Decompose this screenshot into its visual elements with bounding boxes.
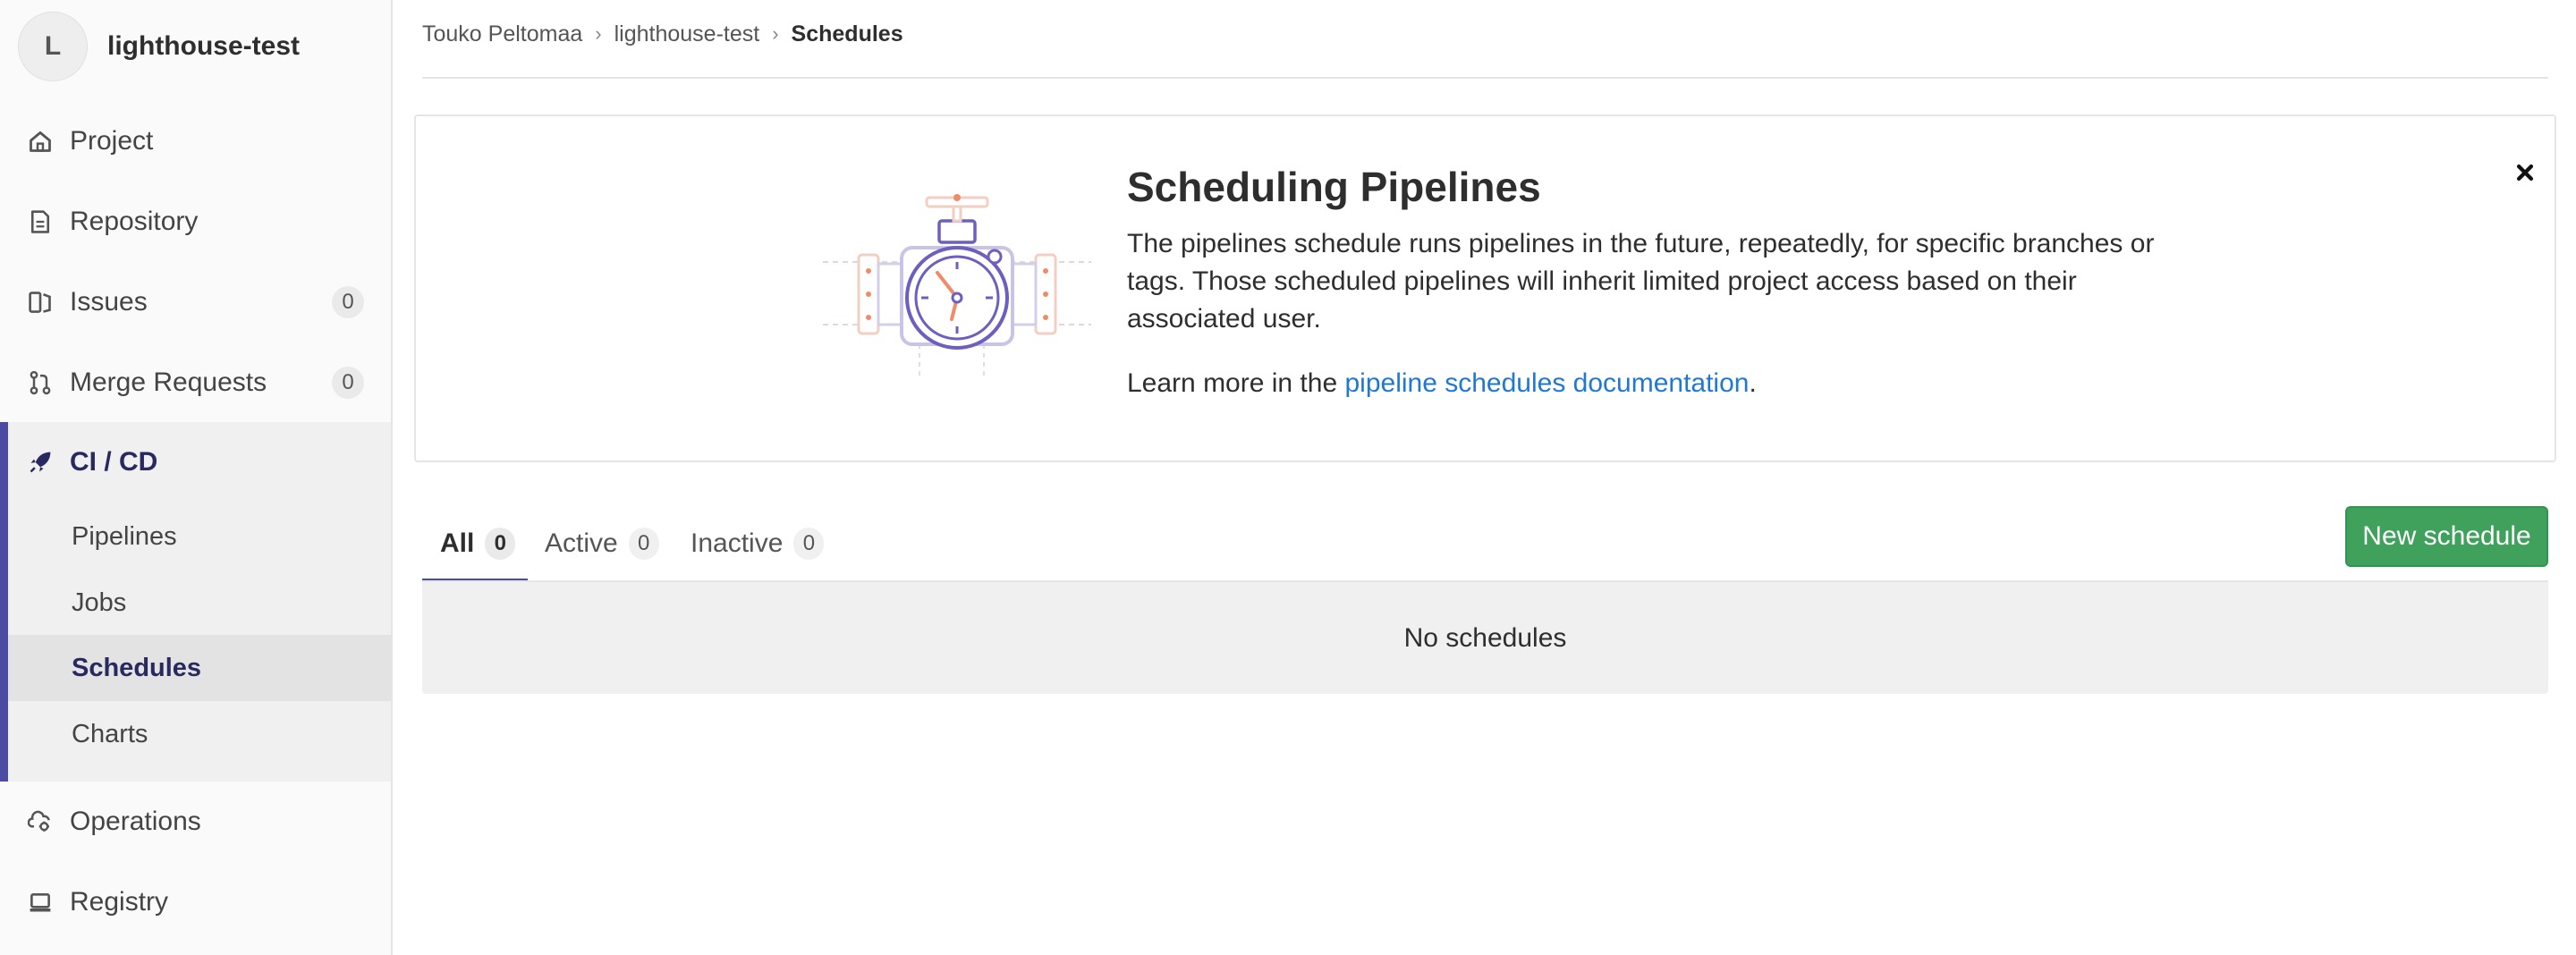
- sidebar-item-repository[interactable]: Repository: [0, 182, 391, 262]
- sidebar-subitem-label: Charts: [72, 719, 148, 748]
- tab-label: Inactive: [691, 528, 784, 558]
- pipeline-schedules-documentation-link[interactable]: pipeline schedules documentation: [1344, 368, 1749, 398]
- sidebar-subitem-label: Pipelines: [72, 521, 177, 551]
- sidebar-subitem-label: Schedules: [72, 653, 202, 682]
- tab-label: All: [440, 528, 475, 558]
- sidebar-item-label: Project: [70, 126, 154, 156]
- avatar[interactable]: L: [18, 12, 88, 81]
- breadcrumb-divider: [422, 77, 2548, 79]
- empty-state: No schedules: [422, 582, 2548, 694]
- empty-state-message: No schedules: [1403, 622, 1567, 653]
- tab-count-badge: 0: [485, 528, 516, 560]
- sidebar-subitem-jobs[interactable]: Jobs: [8, 570, 391, 636]
- chevron-right-icon: ›: [595, 22, 602, 45]
- breadcrumb: Touko Peltomaa › lighthouse-test › Sched…: [422, 18, 903, 50]
- rocket-icon: [27, 449, 54, 476]
- project-name[interactable]: lighthouse-test: [107, 31, 300, 62]
- scheduling-pipelines-callout: Scheduling Pipelines The pipelines sched…: [414, 114, 2556, 462]
- sidebar-item-label: Operations: [70, 807, 201, 836]
- sidebar-item-label: CI / CD: [70, 447, 158, 477]
- project-header[interactable]: L lighthouse-test: [18, 11, 300, 82]
- new-schedule-button[interactable]: New schedule: [2345, 506, 2548, 567]
- tab-inactive[interactable]: Inactive 0: [691, 505, 825, 582]
- tab-all[interactable]: All 0: [440, 505, 516, 582]
- breadcrumb-user[interactable]: Touko Peltomaa: [422, 21, 582, 47]
- sidebar-item-label: Repository: [70, 207, 199, 236]
- breadcrumb-current[interactable]: Schedules: [792, 21, 903, 47]
- sidebar-item-label: Merge Requests: [70, 368, 267, 397]
- sidebar-item-cicd[interactable]: CI / CD: [0, 422, 391, 503]
- sidebar-subitem-schedules[interactable]: Schedules: [8, 635, 391, 701]
- breadcrumb-project[interactable]: lighthouse-test: [614, 21, 760, 47]
- sidebar-item-label: Issues: [70, 287, 148, 317]
- sidebar-item-registry[interactable]: Registry: [0, 862, 391, 942]
- sidebar-item-merge-requests[interactable]: Merge Requests 0: [0, 342, 391, 423]
- cloud-gear-icon: [27, 808, 54, 835]
- sidebar-item-project[interactable]: Project: [0, 101, 391, 182]
- sidebar-item-issues[interactable]: Issues 0: [0, 262, 391, 342]
- sidebar-subitem-label: Jobs: [72, 587, 127, 617]
- tab-active[interactable]: Active 0: [545, 505, 659, 582]
- sidebar-item-label: Registry: [70, 887, 169, 917]
- tab-count-badge: 0: [793, 528, 825, 560]
- sidebar-subitem-pipelines[interactable]: Pipelines: [8, 503, 391, 570]
- sidebar-item-operations[interactable]: Operations: [0, 782, 391, 862]
- learn-more-suffix: .: [1749, 368, 1757, 398]
- callout-title: Scheduling Pipelines: [1127, 164, 1541, 210]
- tab-count-badge: 0: [628, 528, 659, 560]
- issues-icon: [27, 289, 54, 316]
- callout-learn-more: Learn more in the pipeline schedules doc…: [1127, 368, 1757, 399]
- merge-request-icon: [27, 369, 54, 396]
- sidebar-subitem-charts[interactable]: Charts: [8, 701, 391, 767]
- chevron-right-icon: ›: [772, 22, 779, 45]
- issues-count-badge: 0: [332, 286, 364, 318]
- container-icon: [27, 889, 54, 916]
- learn-more-prefix: Learn more in the: [1127, 368, 1345, 398]
- callout-description: The pipelines schedule runs pipelines in…: [1127, 229, 2155, 334]
- sidebar: L lighthouse-test Project Repository Iss…: [0, 0, 393, 955]
- tab-label: Active: [545, 528, 618, 558]
- home-icon: [27, 128, 54, 155]
- document-icon: [27, 208, 54, 235]
- close-icon[interactable]: [2504, 152, 2546, 193]
- pipeline-schedule-stopwatch-illustration: [823, 194, 1091, 380]
- merge-requests-count-badge: 0: [332, 367, 364, 399]
